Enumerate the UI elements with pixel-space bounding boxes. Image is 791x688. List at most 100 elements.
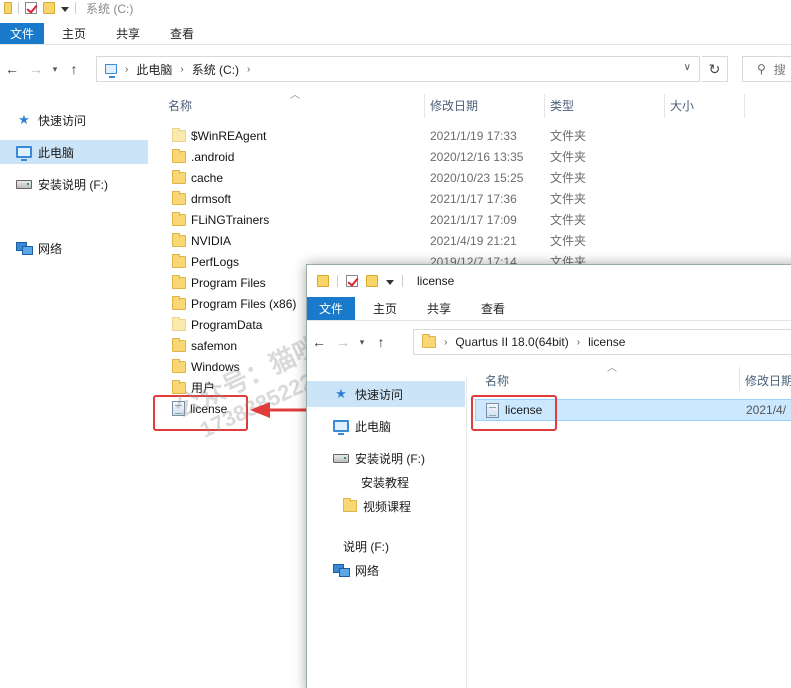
file-date: 2021/1/17 17:09 <box>430 212 517 227</box>
up-icon[interactable]: ↑ <box>369 334 393 350</box>
file-name: $WinREAgent <box>191 128 267 143</box>
window-title: license <box>417 274 455 288</box>
chevron-down-icon[interactable] <box>386 279 394 285</box>
file-name: ProgramData <box>191 317 263 332</box>
address-bar[interactable]: › Quartus II 18.0(64bit) › license <box>413 329 791 355</box>
sidebar-item-quick-access[interactable]: ★ 快速访问 <box>0 108 148 132</box>
sidebar-item-this-pc[interactable]: 此电脑 <box>0 140 148 164</box>
column-header-date[interactable]: 修改日期 <box>745 367 791 393</box>
sidebar-item-label: 此电脑 <box>38 145 75 160</box>
file-date: 2021/4/19 21:21 <box>430 233 517 248</box>
tab-file[interactable]: 文件 <box>307 297 356 320</box>
table-row[interactable]: NVIDIA 2021/4/19 21:21 文件夹 <box>150 230 791 251</box>
column-header-date[interactable]: 修改日期 <box>430 92 478 118</box>
breadcrumb-drive-c[interactable]: 系统 (C:) <box>192 61 239 78</box>
sidebar-item-install-guide[interactable]: 安装教程 <box>307 469 465 495</box>
file-type: 文件夹 <box>550 150 587 164</box>
navigation-pane: ★ 快速访问 此电脑 安装说明 (F:) 网络 <box>0 92 150 688</box>
new-folder-icon[interactable] <box>366 275 378 287</box>
file-date: 2021/4/ <box>746 403 787 417</box>
sidebar-item-drive-f[interactable]: 安装说明 (F:) <box>0 172 148 196</box>
up-icon[interactable]: ↑ <box>62 61 86 77</box>
sort-ascending-icon: ︿ <box>607 363 617 374</box>
foreground-explorer-window: license 文件 主页 共享 查看 ← → ▾ ↑ › Quartus II… <box>306 264 791 688</box>
new-folder-icon[interactable] <box>43 2 55 14</box>
properties-icon[interactable] <box>25 2 37 14</box>
forward-icon[interactable]: → <box>331 334 355 350</box>
sidebar-item-drive-f[interactable]: 安装说明 (F:) <box>307 445 465 471</box>
refresh-button[interactable]: ↻ <box>702 56 728 82</box>
divider <box>337 275 338 287</box>
folder-icon <box>172 169 186 184</box>
tab-home[interactable]: 主页 <box>361 297 409 320</box>
ribbon-tabs: 文件 主页 共享 查看 <box>307 297 791 321</box>
back-icon[interactable]: ← <box>307 334 331 350</box>
chevron-down-icon[interactable] <box>61 6 69 12</box>
computer-icon <box>333 420 349 435</box>
chevron-down-icon[interactable]: ∨ <box>684 62 691 73</box>
recent-locations-icon[interactable]: ▾ <box>48 64 62 75</box>
column-header-name[interactable]: 名称 <box>168 92 192 118</box>
sidebar-item-this-pc[interactable]: 此电脑 <box>307 413 465 439</box>
file-name: cache <box>191 170 224 185</box>
breadcrumb-license[interactable]: license <box>588 335 625 349</box>
column-header-name[interactable]: 名称 <box>485 367 509 393</box>
sidebar-item-label: 快速访问 <box>38 113 87 128</box>
divider <box>402 275 403 287</box>
tab-view[interactable]: 查看 <box>158 23 206 44</box>
sidebar-item-label: 安装说明 (F:) <box>38 177 108 192</box>
forward-icon[interactable]: → <box>24 61 48 77</box>
recent-locations-icon[interactable]: ▾ <box>355 337 369 348</box>
sidebar-item-quick-access[interactable]: ★ 快速访问 <box>307 381 465 407</box>
tab-share[interactable]: 共享 <box>104 23 152 44</box>
column-header-type[interactable]: 类型 <box>550 92 574 118</box>
folder-icon[interactable] <box>4 2 12 14</box>
tab-file[interactable]: 文件 <box>0 23 45 44</box>
table-row[interactable]: cache 2020/10/23 15:25 文件夹 <box>150 167 791 188</box>
sidebar-item-drive-f-2[interactable]: 说明 (F:) <box>307 533 465 559</box>
chevron-right-icon[interactable]: › <box>247 64 250 75</box>
sidebar-item-video-course[interactable]: 视频课程 <box>307 493 465 519</box>
computer-icon <box>16 146 32 161</box>
file-name: NVIDIA <box>191 233 232 248</box>
table-row[interactable]: .android 2020/12/16 13:35 文件夹 <box>150 146 791 167</box>
sidebar-item-label: 安装说明 (F:) <box>355 451 425 466</box>
properties-icon[interactable] <box>346 275 358 287</box>
file-date: 2020/12/16 13:35 <box>430 149 524 164</box>
table-row[interactable]: $WinREAgent 2021/1/19 17:33 文件夹 <box>150 125 791 146</box>
tab-share[interactable]: 共享 <box>415 297 463 320</box>
computer-icon <box>105 64 117 78</box>
chevron-right-icon[interactable]: › <box>125 64 128 75</box>
chevron-right-icon[interactable]: › <box>180 64 183 75</box>
tab-view[interactable]: 查看 <box>469 297 517 320</box>
tab-home[interactable]: 主页 <box>50 23 98 44</box>
chevron-right-icon[interactable]: › <box>577 337 580 348</box>
divider <box>664 94 665 118</box>
sidebar-item-network[interactable]: 网络 <box>307 557 465 583</box>
sidebar-item-label: 快速访问 <box>355 387 404 402</box>
column-header-size[interactable]: 大小 <box>670 92 694 118</box>
folder-icon <box>172 337 186 352</box>
navigation-bar: ← → ▾ ↑ › Quartus II 18.0(64bit) › licen… <box>307 327 791 357</box>
divider <box>18 2 19 14</box>
sidebar-item-label: 网络 <box>355 563 380 578</box>
address-bar[interactable]: › 此电脑 › 系统 (C:) › ∨ <box>96 56 700 82</box>
chevron-right-icon[interactable]: › <box>444 337 447 348</box>
search-input[interactable]: ⚲ 搜 <box>742 56 791 82</box>
refresh-icon: ↻ <box>708 60 721 77</box>
file-type: 文件夹 <box>550 129 587 143</box>
sidebar-item-network[interactable]: 网络 <box>0 236 148 260</box>
table-row[interactable]: FLiNGTrainers 2021/1/17 17:09 文件夹 <box>150 209 791 230</box>
sidebar-item-label: 此电脑 <box>355 419 392 434</box>
table-row[interactable]: drmsoft 2021/1/17 17:36 文件夹 <box>150 188 791 209</box>
search-icon: ⚲ <box>757 62 766 76</box>
file-type: 文件夹 <box>550 213 587 227</box>
breadcrumb-this-pc[interactable]: 此电脑 <box>136 61 172 78</box>
breadcrumb-quartus[interactable]: Quartus II 18.0(64bit) <box>455 335 568 349</box>
back-icon[interactable]: ← <box>0 61 24 77</box>
file-date: 2020/10/23 15:25 <box>430 170 524 185</box>
drive-icon <box>333 453 349 463</box>
folder-icon[interactable] <box>317 275 329 287</box>
sidebar-item-label: 网络 <box>38 241 63 256</box>
folder-icon <box>172 190 186 205</box>
